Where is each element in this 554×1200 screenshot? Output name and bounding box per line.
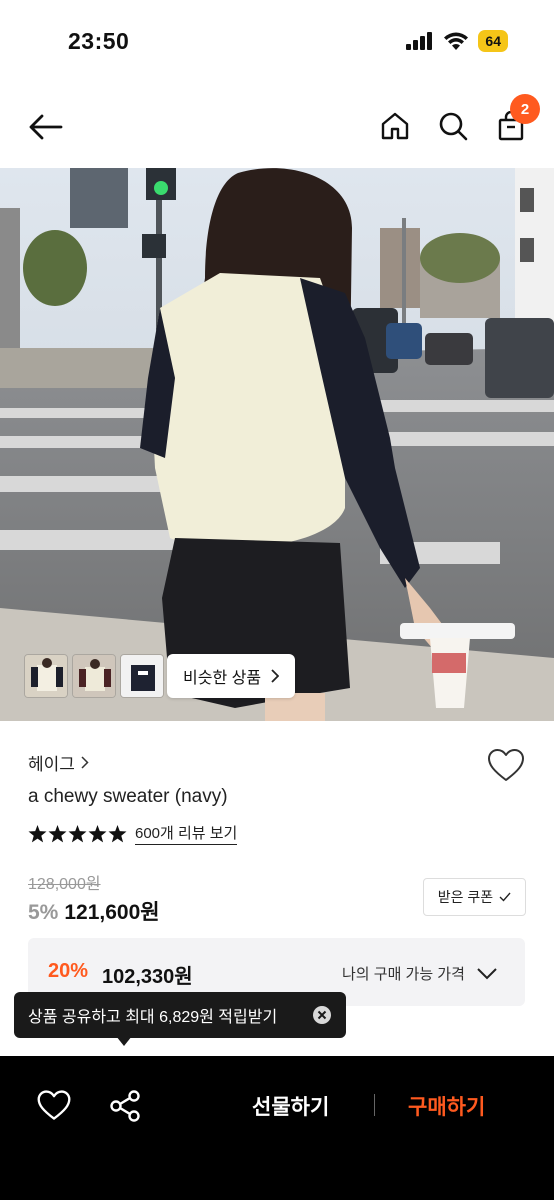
star-icon	[88, 824, 107, 842]
search-icon	[439, 112, 468, 141]
share-icon	[110, 1090, 140, 1122]
sale-price: 121,600원	[64, 901, 160, 924]
thumbnail-1[interactable]	[24, 654, 68, 698]
my-discount-percent: 20%	[48, 960, 89, 982]
battery-indicator: 64	[478, 30, 508, 52]
app-header: 2	[0, 84, 554, 168]
home-button[interactable]	[374, 105, 416, 147]
thumbnail-3[interactable]	[120, 654, 164, 698]
my-price-label: 나의 구매 가능 가격	[342, 966, 465, 983]
status-icons: 64	[406, 30, 508, 52]
status-bar: 23:50 64	[0, 0, 554, 84]
heart-icon	[488, 749, 524, 781]
home-icon	[381, 112, 409, 140]
buy-button[interactable]: 구매하기	[408, 1091, 485, 1121]
coupon-button[interactable]: 받은 쿠폰	[423, 878, 526, 916]
product-name: a chewy sweater (navy)	[28, 786, 228, 807]
close-icon[interactable]	[312, 1005, 332, 1025]
share-reward-tooltip: 상품 공유하고 최대 6,829원 적립받기	[14, 992, 346, 1038]
star-icon	[68, 824, 87, 842]
bottom-wishlist-button[interactable]	[36, 1088, 72, 1124]
bottom-action-bar: 선물하기 구매하기	[0, 1056, 554, 1200]
gift-button[interactable]: 선물하기	[252, 1091, 329, 1121]
original-price: 128,000원	[28, 876, 101, 893]
coupon-label: 받은 쿠폰	[437, 889, 494, 905]
star-icon	[108, 824, 127, 842]
star-icon	[48, 824, 67, 842]
tooltip-arrow	[116, 1036, 132, 1046]
image-thumbnails	[24, 654, 164, 698]
check-icon	[499, 892, 511, 902]
rating-row: 600개 리뷰 보기	[28, 822, 238, 845]
status-time: 23:50	[68, 28, 130, 54]
product-detail-page: 23:50 64 2 비슷한 상품 헤이그 a chewy sweater (n…	[0, 0, 554, 1200]
back-button[interactable]	[24, 106, 66, 148]
product-photo	[0, 168, 554, 721]
cart-count-badge: 2	[510, 94, 540, 124]
price-row: 5% 121,600원	[28, 896, 160, 926]
wifi-icon	[444, 32, 469, 50]
button-divider	[374, 1094, 375, 1116]
star-icon	[28, 824, 47, 842]
brand-link[interactable]: 헤이그	[28, 750, 89, 775]
tooltip-text: 상품 공유하고 최대 6,829원 적립받기	[28, 1009, 278, 1026]
my-price-label-row: 나의 구매 가능 가격	[342, 963, 497, 984]
similar-products-label: 비슷한 상품	[183, 670, 262, 687]
rating-stars	[28, 824, 127, 843]
heart-icon	[37, 1090, 71, 1120]
product-image[interactable]: 비슷한 상품	[0, 168, 554, 721]
back-arrow-icon	[29, 114, 63, 140]
thumbnail-2[interactable]	[72, 654, 116, 698]
review-link[interactable]: 600개 리뷰 보기	[135, 822, 238, 845]
similar-products-button[interactable]: 비슷한 상품	[167, 654, 296, 698]
discount-percent: 5%	[28, 901, 59, 924]
chevron-right-icon	[271, 669, 280, 683]
signal-icon	[406, 32, 433, 50]
chevron-down-icon	[477, 967, 497, 979]
my-price: 102,330원	[102, 966, 193, 988]
brand-name: 헤이그	[28, 755, 75, 774]
share-button[interactable]	[108, 1088, 144, 1124]
chevron-right-icon	[81, 756, 89, 769]
search-button[interactable]	[432, 105, 474, 147]
wishlist-button[interactable]	[486, 746, 526, 786]
